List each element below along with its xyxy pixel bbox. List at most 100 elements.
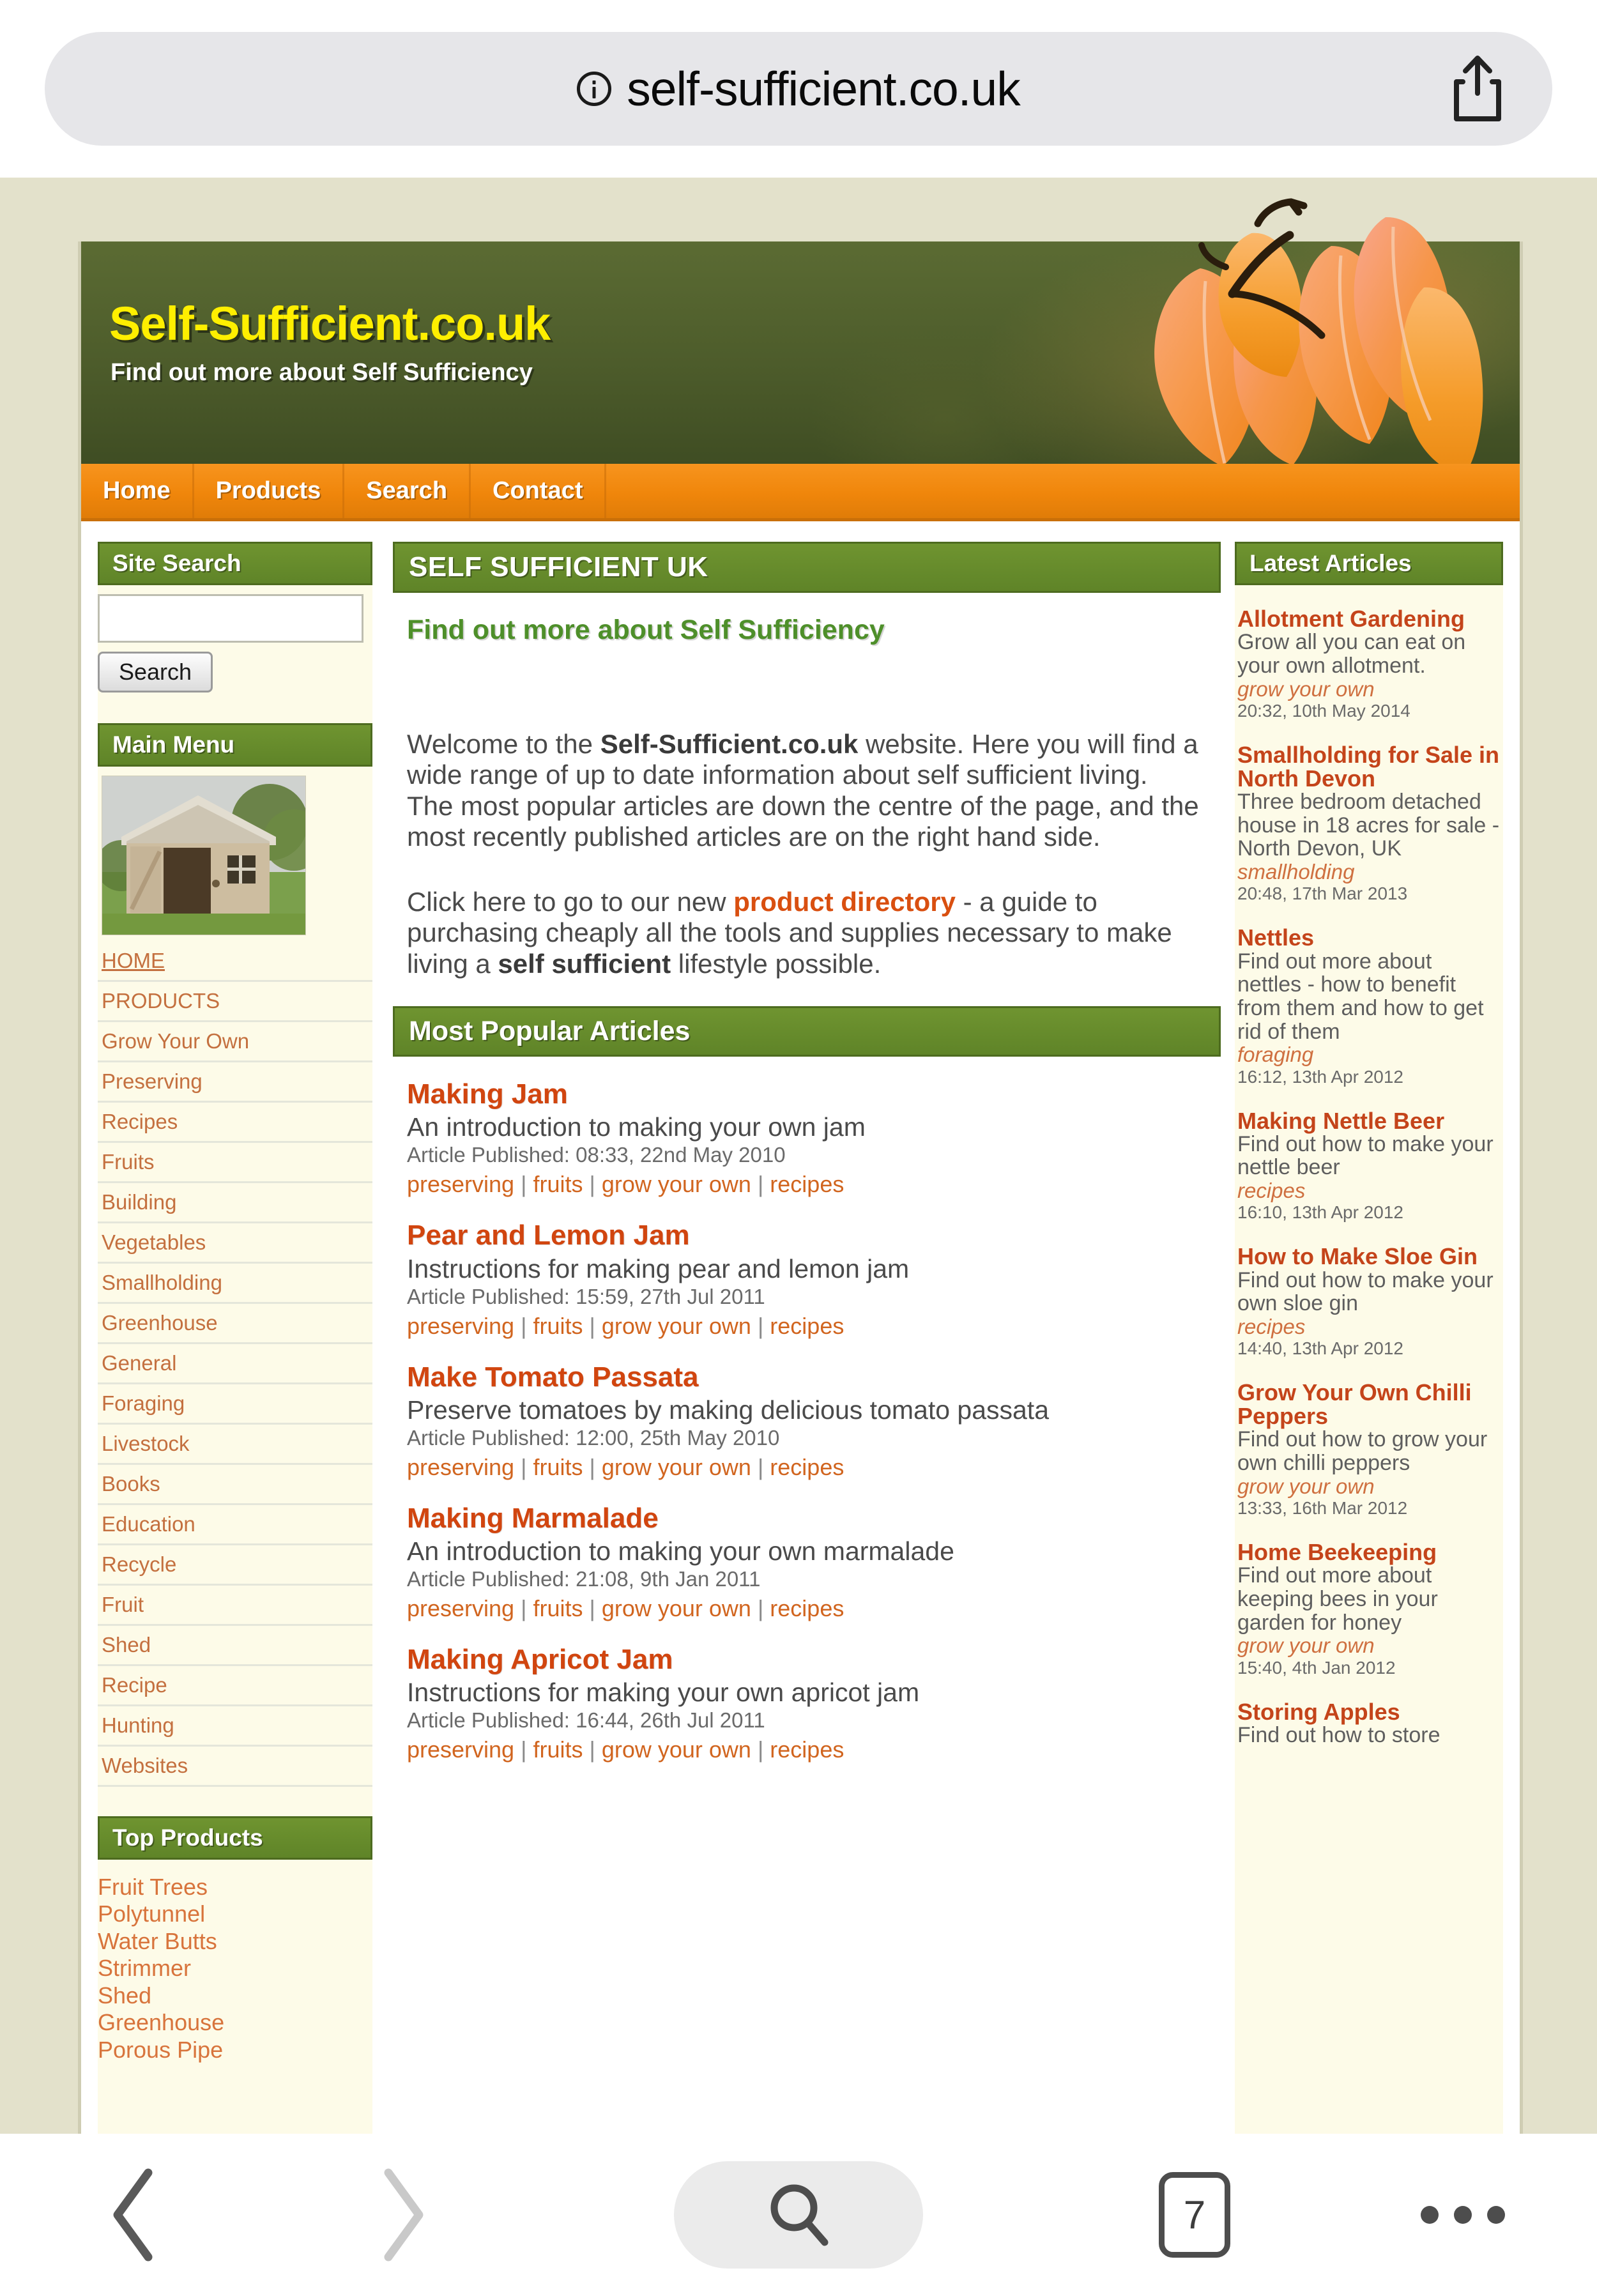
menu-item-hunting[interactable]: Hunting <box>98 1706 372 1747</box>
product-item-polytunnel[interactable]: Polytunnel <box>98 1901 372 1927</box>
latest-article-category[interactable]: recipes <box>1237 1315 1501 1338</box>
article-tag-fruits[interactable]: fruits <box>533 1595 583 1621</box>
latest-article-category[interactable]: smallholding <box>1237 860 1501 884</box>
menu-item-shed[interactable]: Shed <box>98 1626 372 1666</box>
article-tag-grow-your-own[interactable]: grow your own <box>602 1313 751 1339</box>
article-title[interactable]: Making Jam <box>407 1079 1207 1109</box>
menu-item-home[interactable]: HOME <box>98 942 372 982</box>
article-tag-preserving[interactable]: preserving <box>407 1595 514 1621</box>
article-tag-recipes[interactable]: recipes <box>770 1595 844 1621</box>
menu-item-websites[interactable]: Websites <box>98 1747 372 1787</box>
nav-item-products[interactable]: Products <box>194 464 345 518</box>
menu-item-livestock[interactable]: Livestock <box>98 1425 372 1465</box>
share-icon[interactable] <box>1449 54 1506 124</box>
latest-article-title[interactable]: Nettles <box>1237 926 1501 949</box>
product-directory-link[interactable]: product directory <box>733 887 956 917</box>
menu-item-recipes[interactable]: Recipes <box>98 1103 372 1143</box>
article-tag-grow-your-own[interactable]: grow your own <box>602 1736 751 1763</box>
article-tag-fruits[interactable]: fruits <box>533 1313 583 1339</box>
latest-article-title[interactable]: Smallholding for Sale in North Devon <box>1237 743 1501 790</box>
article-tag-recipes[interactable]: recipes <box>770 1736 844 1763</box>
article-tags[interactable]: preserving | fruits | grow your own | re… <box>407 1595 1207 1622</box>
article-tag-recipes[interactable]: recipes <box>770 1313 844 1339</box>
search-input[interactable] <box>98 594 363 643</box>
latest-article-title[interactable]: How to Make Sloe Gin <box>1237 1244 1501 1268</box>
article-tags[interactable]: preserving | fruits | grow your own | re… <box>407 1171 1207 1198</box>
search-button[interactable] <box>537 2161 1060 2269</box>
search-icon <box>770 2184 829 2246</box>
info-circle-icon[interactable] <box>577 72 612 106</box>
article-tag-preserving[interactable]: preserving <box>407 1736 514 1763</box>
latest-article-category[interactable]: recipes <box>1237 1179 1501 1202</box>
tabs-button[interactable]: 7 <box>1060 2172 1329 2258</box>
article-tag-grow-your-own[interactable]: grow your own <box>602 1171 751 1197</box>
latest-article-title[interactable]: Storing Apples <box>1237 1700 1501 1724</box>
more-button[interactable] <box>1329 2206 1597 2224</box>
nav-item-search[interactable]: Search <box>344 464 471 518</box>
back-button[interactable] <box>0 2164 268 2266</box>
article-tag-preserving[interactable]: preserving <box>407 1454 514 1480</box>
forward-button[interactable] <box>268 2164 537 2266</box>
article-title[interactable]: Making Apricot Jam <box>407 1645 1207 1674</box>
menu-item-preserving[interactable]: Preserving <box>98 1062 372 1103</box>
menu-item-recycle[interactable]: Recycle <box>98 1545 372 1586</box>
product-item-shed[interactable]: Shed <box>98 1982 372 2009</box>
latest-article-category[interactable]: grow your own <box>1237 677 1501 701</box>
product-item-porous-pipe[interactable]: Porous Pipe <box>98 2037 372 2063</box>
article-tag-preserving[interactable]: preserving <box>407 1171 514 1197</box>
menu-item-smallholding[interactable]: Smallholding <box>98 1264 372 1304</box>
main-menu-list[interactable]: HOME PRODUCTS Grow Your Own Preserving R… <box>98 942 372 1787</box>
article-tag-fruits[interactable]: fruits <box>533 1736 583 1763</box>
latest-article-title[interactable]: Making Nettle Beer <box>1237 1109 1501 1133</box>
article-tags[interactable]: preserving | fruits | grow your own | re… <box>407 1454 1207 1481</box>
tab-count[interactable]: 7 <box>1159 2172 1230 2258</box>
search-pill[interactable] <box>674 2161 923 2269</box>
nav-item-contact[interactable]: Contact <box>471 464 607 518</box>
article-tags[interactable]: preserving | fruits | grow your own | re… <box>407 1736 1207 1763</box>
latest-article-title[interactable]: Home Beekeeping <box>1237 1540 1501 1564</box>
article-tag-fruits[interactable]: fruits <box>533 1171 583 1197</box>
product-item-strimmer[interactable]: Strimmer <box>98 1955 372 1982</box>
article-tags[interactable]: preserving | fruits | grow your own | re… <box>407 1313 1207 1340</box>
menu-item-grow-your-own[interactable]: Grow Your Own <box>98 1022 372 1062</box>
address-bar[interactable]: self-sufficient.co.uk <box>45 32 1552 146</box>
article-tag-recipes[interactable]: recipes <box>770 1454 844 1480</box>
latest-article-item: Storing Apples Find out how to store <box>1235 1700 1503 1747</box>
menu-item-greenhouse[interactable]: Greenhouse <box>98 1304 372 1344</box>
product-item-fruit-trees[interactable]: Fruit Trees <box>98 1874 372 1901</box>
menu-item-education[interactable]: Education <box>98 1505 372 1545</box>
article-title[interactable]: Making Marmalade <box>407 1503 1207 1533</box>
menu-item-fruit[interactable]: Fruit <box>98 1586 372 1626</box>
nav-item-home[interactable]: Home <box>81 464 194 518</box>
search-button[interactable]: Search <box>98 652 213 693</box>
article-tag-recipes[interactable]: recipes <box>770 1171 844 1197</box>
article-tag-fruits[interactable]: fruits <box>533 1454 583 1480</box>
latest-article-title[interactable]: Grow Your Own Chilli Peppers <box>1237 1381 1501 1428</box>
article-tag-grow-your-own[interactable]: grow your own <box>602 1595 751 1621</box>
latest-article-category[interactable]: grow your own <box>1237 1474 1501 1498</box>
webpage-viewport[interactable]: Self-Sufficient.co.uk Find out more abou… <box>0 178 1597 2134</box>
article-title[interactable]: Make Tomato Passata <box>407 1362 1207 1392</box>
article-tag-preserving[interactable]: preserving <box>407 1313 514 1339</box>
latest-article-title[interactable]: Allotment Gardening <box>1237 607 1501 631</box>
article-tag-grow-your-own[interactable]: grow your own <box>602 1454 751 1480</box>
content-columns: Site Search Search Main Menu HOME PRODUC… <box>81 521 1520 2134</box>
latest-article-category[interactable]: grow your own <box>1237 1634 1501 1658</box>
ellipsis-icon[interactable] <box>1421 2206 1505 2224</box>
article-title[interactable]: Pear and Lemon Jam <box>407 1221 1207 1250</box>
menu-item-recipe[interactable]: Recipe <box>98 1666 372 1706</box>
article-description: Instructions for making pear and lemon j… <box>407 1253 910 1283</box>
menu-item-vegetables[interactable]: Vegetables <box>98 1223 372 1264</box>
product-item-greenhouse[interactable]: Greenhouse <box>98 2009 372 2036</box>
menu-item-building[interactable]: Building <box>98 1183 372 1223</box>
menu-item-books[interactable]: Books <box>98 1465 372 1505</box>
menu-item-general[interactable]: General <box>98 1344 372 1384</box>
latest-article-description: Find out more about nettles - how to ben… <box>1237 949 1484 1044</box>
product-item-water-butts[interactable]: Water Butts <box>98 1928 372 1955</box>
menu-item-fruits[interactable]: Fruits <box>98 1143 372 1183</box>
latest-article-category[interactable]: foraging <box>1237 1043 1501 1067</box>
menu-item-products[interactable]: PRODUCTS <box>98 982 372 1022</box>
menu-item-foraging[interactable]: Foraging <box>98 1384 372 1425</box>
main-navigation[interactable]: Home Products Search Contact <box>81 464 1520 521</box>
top-products-list[interactable]: Fruit Trees Polytunnel Water Butts Strim… <box>98 1869 372 2063</box>
